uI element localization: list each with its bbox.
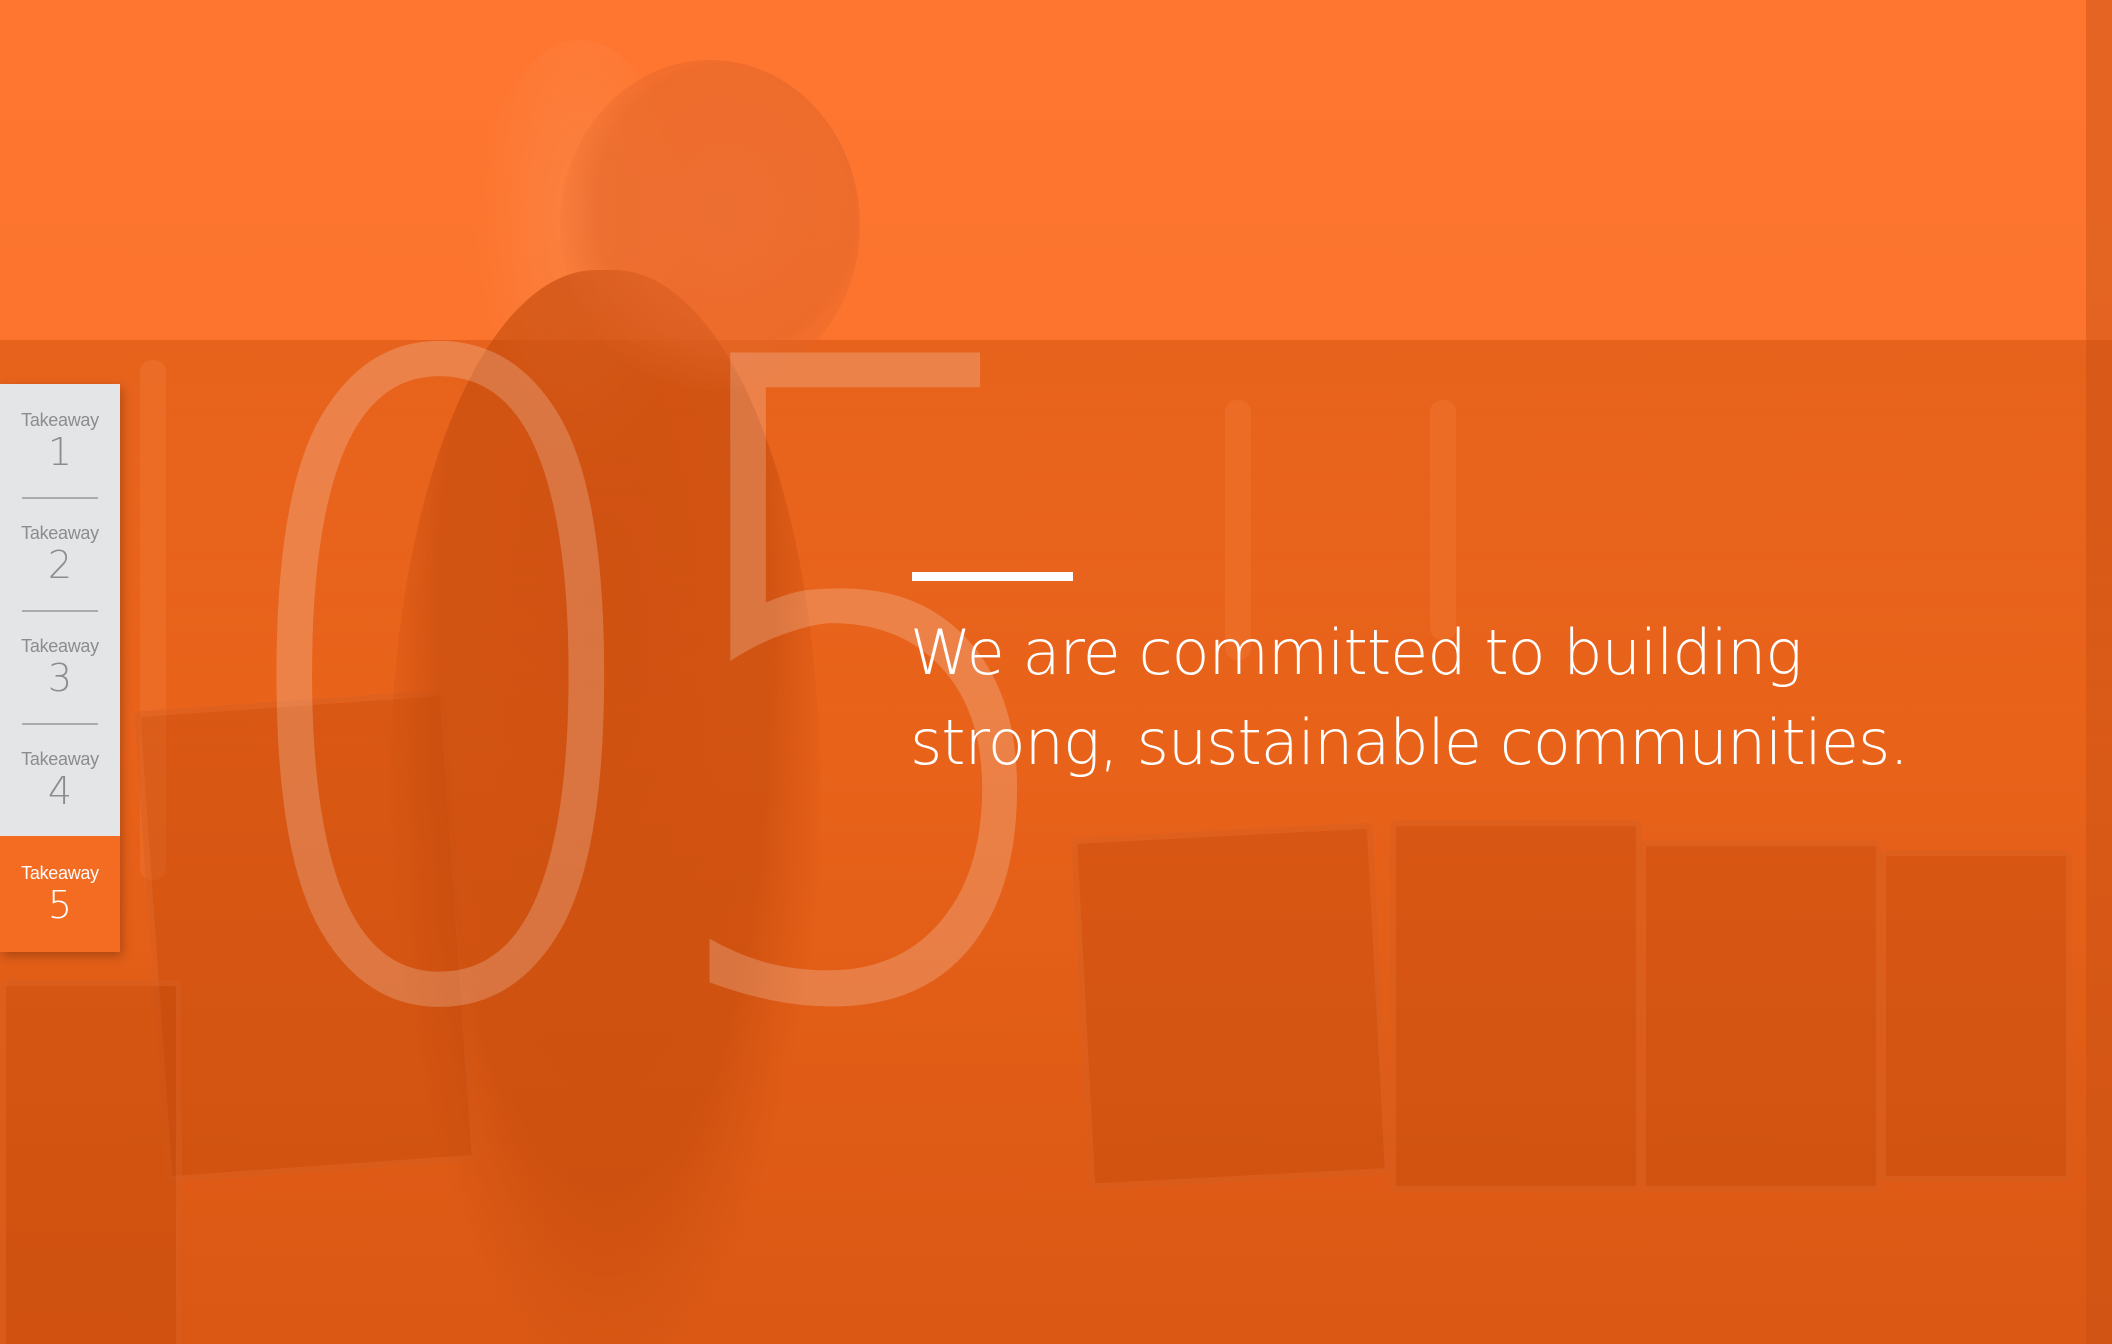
nav-item-number: 1 bbox=[47, 429, 73, 474]
background-cart bbox=[0, 980, 182, 1344]
nav-item-label: Takeaway bbox=[21, 635, 99, 656]
nav-item-number: 5 bbox=[47, 883, 73, 927]
nav-item-number: 4 bbox=[47, 768, 73, 813]
background-cart bbox=[1390, 820, 1642, 1192]
nav-item-number: 3 bbox=[47, 655, 73, 700]
background-carts bbox=[0, 340, 2112, 1344]
nav-item-number: 2 bbox=[47, 542, 73, 587]
nav-item-label: Takeaway bbox=[21, 863, 99, 883]
headline: We are committed to building strong, sus… bbox=[910, 608, 1910, 788]
headline-line-2: strong, sustainable communities. bbox=[910, 706, 1909, 779]
accent-bar bbox=[912, 572, 1073, 581]
background-person-hair bbox=[470, 40, 690, 480]
headline-line-1: We are committed to building bbox=[910, 616, 1803, 689]
nav-item-takeaway-2[interactable]: Takeaway 2 bbox=[0, 497, 120, 610]
nav-item-takeaway-5[interactable]: Takeaway 5 bbox=[0, 836, 120, 952]
nav-item-takeaway-4[interactable]: Takeaway 4 bbox=[0, 723, 120, 836]
slide: 05 We are committed to building strong, … bbox=[0, 0, 2112, 1344]
nav-item-takeaway-1[interactable]: Takeaway 1 bbox=[0, 384, 120, 497]
nav-item-label: Takeaway bbox=[21, 409, 99, 430]
background-person-head bbox=[560, 60, 860, 390]
background-person bbox=[390, 270, 820, 1344]
background-edge bbox=[2086, 0, 2112, 1344]
nav-item-label: Takeaway bbox=[21, 522, 99, 543]
nav-item-takeaway-3[interactable]: Takeaway 3 bbox=[0, 610, 120, 723]
takeaway-nav: Takeaway 1 Takeaway 2 Takeaway 3 Takeawa… bbox=[0, 384, 120, 952]
background-shape bbox=[140, 360, 166, 880]
background-cart bbox=[1070, 822, 1392, 1190]
background-shape bbox=[1430, 400, 1456, 640]
nav-item-label: Takeaway bbox=[21, 748, 99, 769]
background-cart bbox=[1880, 850, 2072, 1182]
background-cart bbox=[133, 689, 479, 1183]
background-cart bbox=[1640, 840, 1882, 1192]
